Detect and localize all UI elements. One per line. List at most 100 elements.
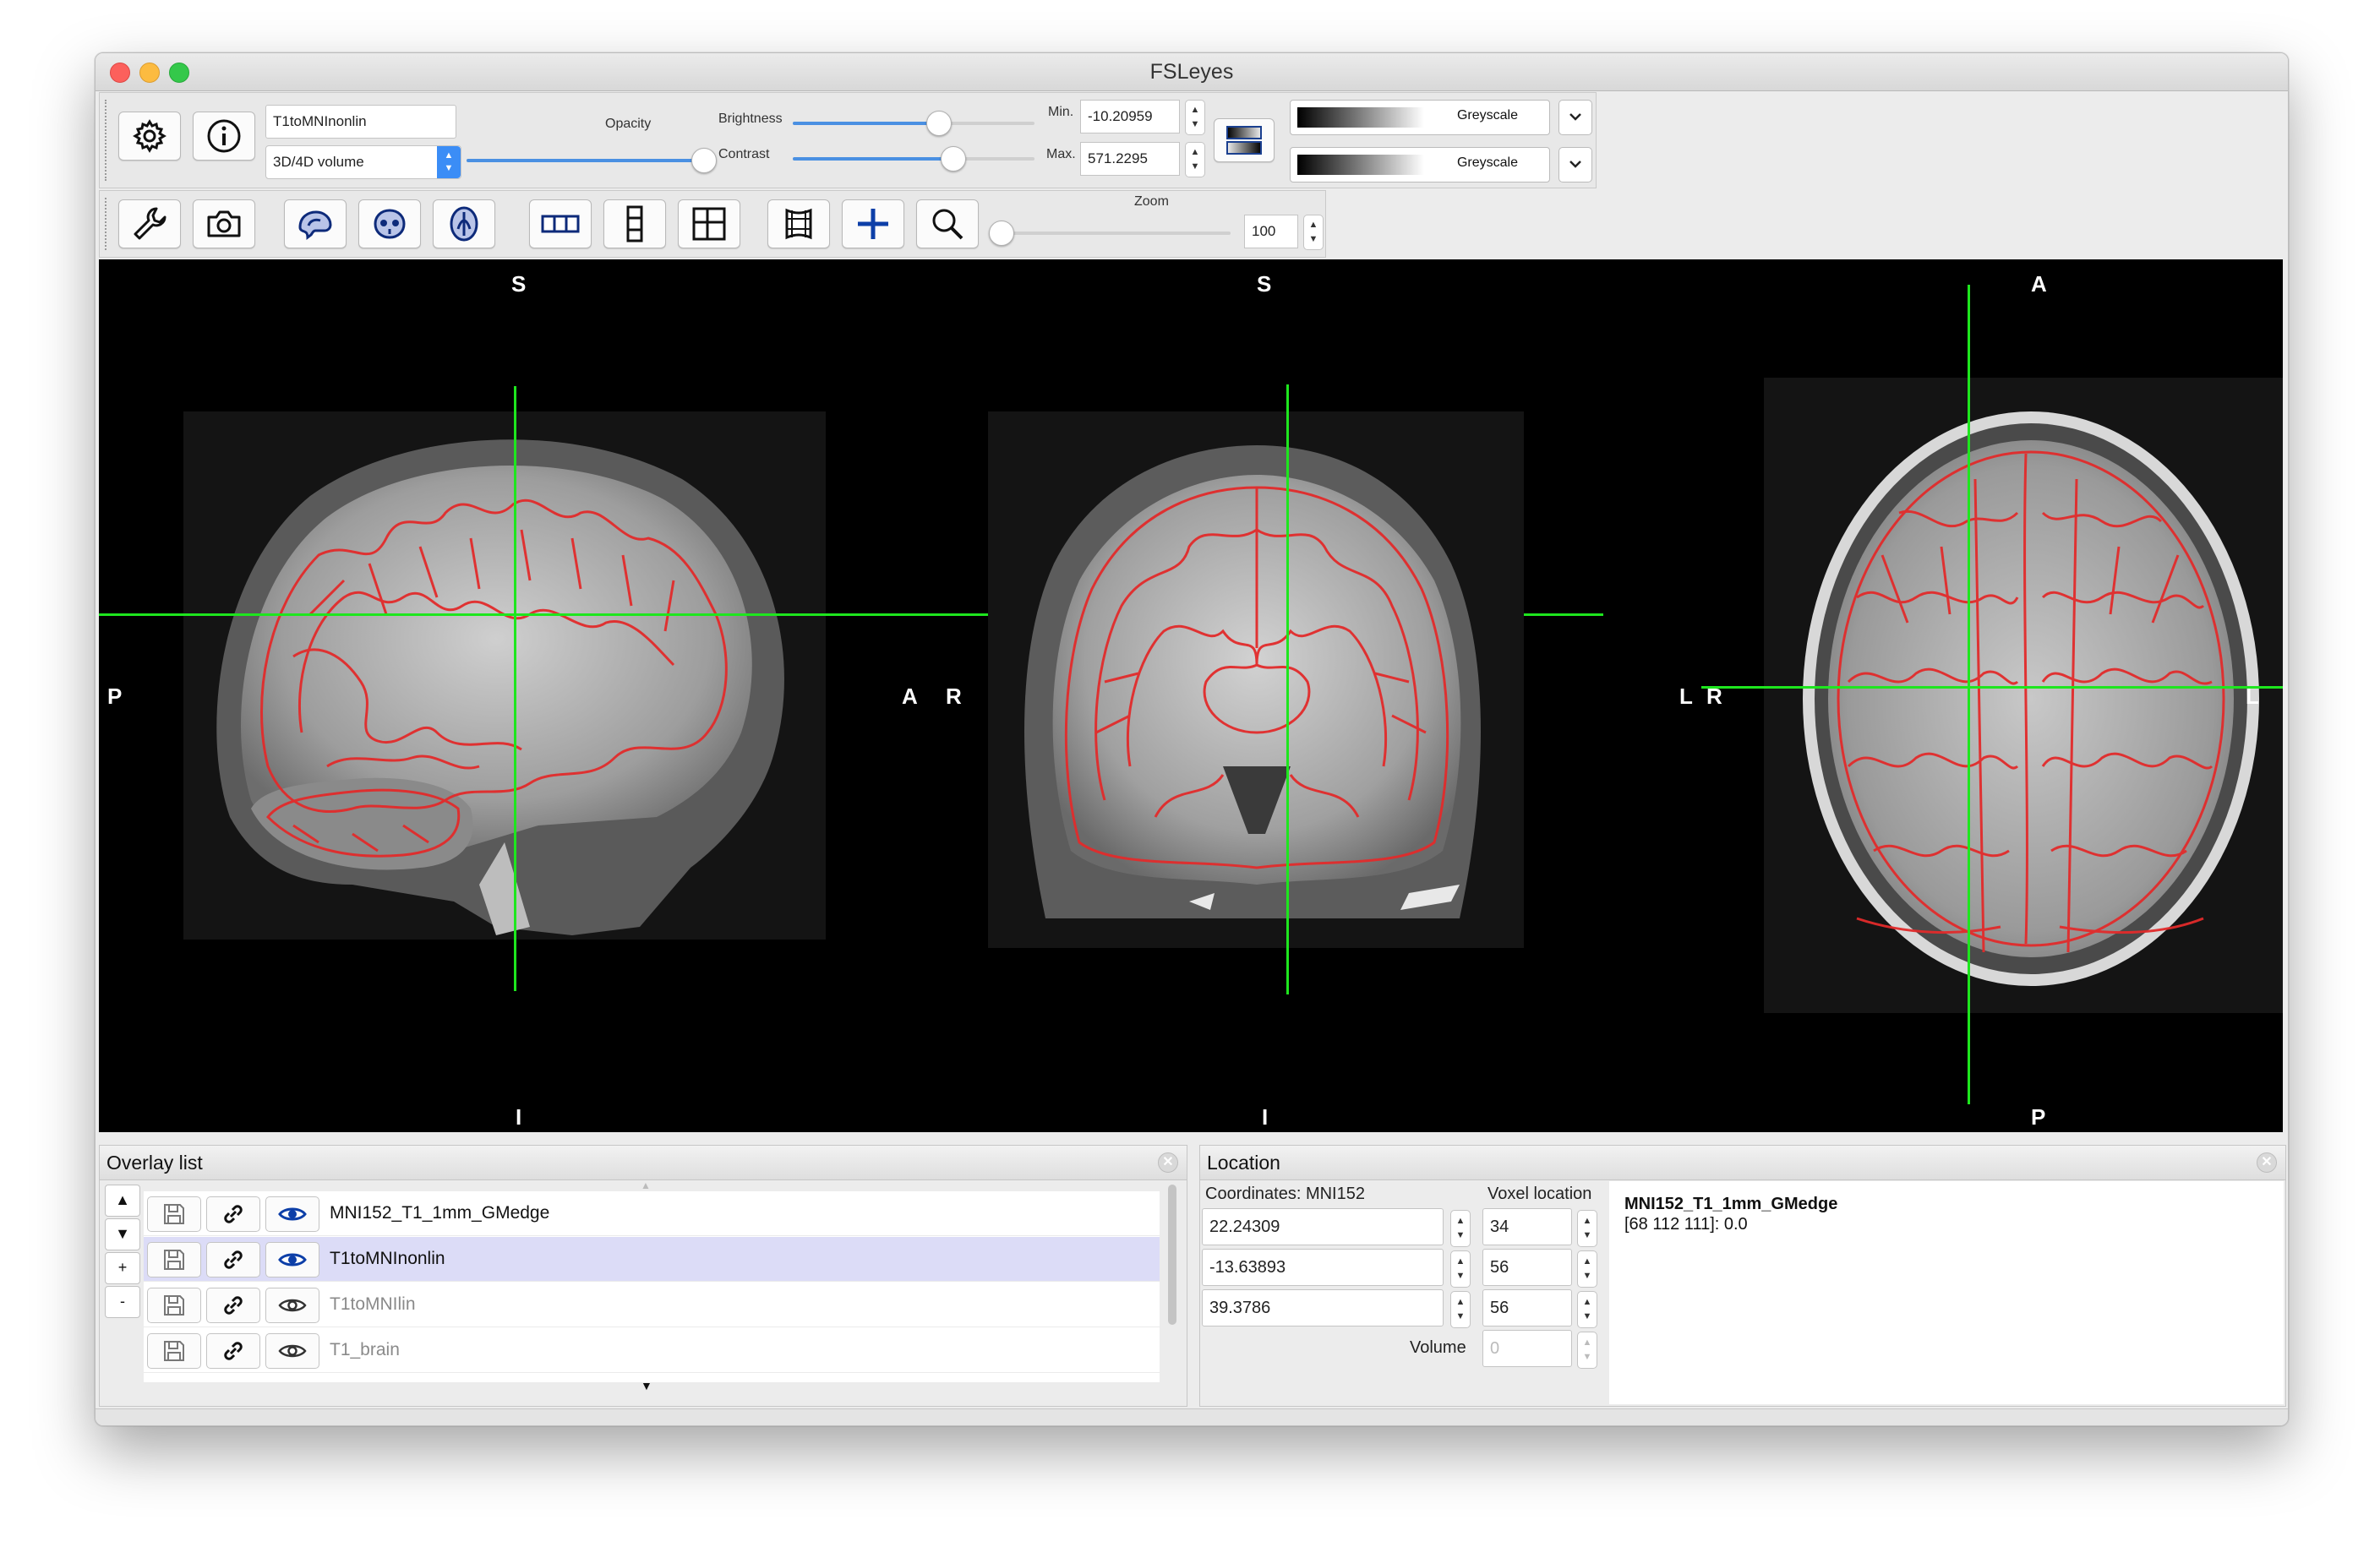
world-y-field[interactable]: -13.63893 <box>1202 1249 1444 1286</box>
camera-icon <box>207 210 241 237</box>
brightness-label: Brightness <box>718 112 783 126</box>
layout-vertical-button[interactable] <box>603 199 666 248</box>
view-settings-button[interactable] <box>118 199 181 248</box>
move-down-button[interactable]: ▼ <box>105 1218 140 1250</box>
min-label: Min. <box>1048 105 1074 119</box>
max-value-field[interactable]: 571.2295 <box>1080 142 1180 176</box>
voxel-z-field[interactable]: 56 <box>1482 1289 1572 1326</box>
voxel-x-spinner[interactable]: ▲ ▼ <box>1577 1210 1597 1247</box>
settings-button[interactable] <box>118 112 181 161</box>
list-item[interactable]: T1_brain <box>144 1328 1160 1373</box>
wrench-icon <box>134 207 166 240</box>
link-overlay-button[interactable] <box>206 1333 260 1369</box>
brightness-slider-knob[interactable] <box>925 111 952 136</box>
contrast-slider[interactable] <box>793 146 1034 172</box>
sagittal-view[interactable]: S I P A <box>99 259 1603 1132</box>
movie-mode-button[interactable] <box>767 199 830 248</box>
brightness-slider[interactable] <box>793 111 1034 136</box>
zoom-slider[interactable] <box>989 221 1231 246</box>
link-overlay-button[interactable] <box>206 1242 260 1277</box>
max-spinner[interactable]: ▲ ▼ <box>1185 142 1205 177</box>
axial-brain-icon <box>450 206 478 242</box>
screenshot-button[interactable] <box>193 199 255 248</box>
colormap-dropdown-1[interactable] <box>1558 100 1592 135</box>
close-panel-button[interactable]: ✕ <box>1158 1152 1178 1173</box>
overlay-name: T1toMNIlin <box>330 1294 416 1314</box>
toggle-coronal-button[interactable] <box>358 199 421 248</box>
volume-field[interactable]: 0 <box>1482 1330 1572 1367</box>
list-scrollbar[interactable] <box>1168 1185 1176 1325</box>
zoom-spinner[interactable]: ▲ ▼ <box>1303 215 1324 250</box>
toolbar-grip[interactable] <box>105 100 110 181</box>
fsleyes-window: FSLeyes T1toMNInonlin 3D/4D volume ▲ ▼ Op… <box>95 52 2289 1426</box>
list-scroll-up-icon[interactable]: ▲ <box>641 1179 651 1191</box>
list-item-selected[interactable]: T1toMNInonlin <box>144 1237 1160 1282</box>
world-z-spinner[interactable]: ▲ ▼ <box>1450 1291 1471 1328</box>
chevron-down-icon <box>1569 113 1581 121</box>
world-x-field[interactable]: 22.24309 <box>1202 1208 1444 1245</box>
coronal-view[interactable]: S I R L <box>851 259 1693 1132</box>
axial-view[interactable]: A P R L <box>1603 259 2283 1132</box>
zoom-mode-button[interactable] <box>916 199 979 248</box>
overlay-type-value: 3D/4D volume <box>273 154 364 170</box>
voxel-y-field[interactable]: 56 <box>1482 1249 1572 1286</box>
world-x-spinner[interactable]: ▲ ▼ <box>1450 1210 1471 1247</box>
min-value-field[interactable]: -10.20959 <box>1080 100 1180 133</box>
ortho-view-canvas[interactable]: S I P A S I R L A P R L <box>99 259 2283 1132</box>
max-label: Max. <box>1046 147 1076 161</box>
world-y-spinner[interactable]: ▲ ▼ <box>1450 1250 1471 1288</box>
voxel-y-spinner[interactable]: ▲ ▼ <box>1577 1250 1597 1288</box>
toggle-axial-button[interactable] <box>433 199 495 248</box>
layout-horizontal-button[interactable] <box>529 199 592 248</box>
save-overlay-button[interactable] <box>147 1196 201 1232</box>
opacity-slider-knob[interactable] <box>691 148 717 173</box>
volume-label: Volume <box>1410 1338 1466 1357</box>
info-button[interactable] <box>193 112 255 161</box>
colormap-dropdown-2[interactable] <box>1558 147 1592 182</box>
colormap-select-2[interactable]: Greyscale <box>1290 147 1550 182</box>
link-icon <box>224 1250 243 1269</box>
visibility-toggle[interactable] <box>265 1196 319 1232</box>
volume-spinner[interactable]: ▲ ▼ <box>1577 1332 1597 1369</box>
invert-colormap-button[interactable] <box>1214 118 1275 162</box>
list-item[interactable]: MNI152_T1_1mm_GMedge <box>144 1191 1160 1236</box>
toolbar-grip[interactable] <box>105 198 110 250</box>
min-spinner[interactable]: ▲ ▼ <box>1185 100 1205 135</box>
remove-overlay-button[interactable]: - <box>105 1286 140 1318</box>
save-overlay-button[interactable] <box>147 1242 201 1277</box>
contrast-slider-knob[interactable] <box>940 146 966 172</box>
colormap-select-1[interactable]: Greyscale <box>1290 100 1550 135</box>
close-panel-button[interactable]: ✕ <box>2257 1152 2277 1173</box>
visibility-toggle[interactable] <box>265 1288 319 1323</box>
voxel-z-spinner[interactable]: ▲ ▼ <box>1577 1291 1597 1328</box>
colormap-name: Greyscale <box>1456 155 1519 170</box>
toggle-cursor-button[interactable] <box>842 199 904 248</box>
visibility-toggle[interactable] <box>265 1242 319 1277</box>
overlay-type-select[interactable]: 3D/4D volume ▲ ▼ <box>265 145 461 179</box>
move-up-button[interactable]: ▲ <box>105 1185 140 1217</box>
toggle-sagittal-button[interactable] <box>284 199 347 248</box>
zoom-value-field[interactable]: 100 <box>1244 215 1298 248</box>
zoom-label: Zoom <box>1134 194 1169 209</box>
overlay-name-field[interactable]: T1toMNInonlin <box>265 105 456 139</box>
world-z-field[interactable]: 39.3786 <box>1202 1289 1444 1326</box>
add-overlay-button[interactable]: + <box>105 1252 140 1284</box>
title-bar: FSLeyes <box>96 53 2288 91</box>
overlay-name: T1toMNInonlin <box>330 1249 445 1268</box>
axial-bottom-label: P <box>2031 1104 2046 1130</box>
overlay-display-toolbar: T1toMNInonlin 3D/4D volume ▲ ▼ Opacity Br… <box>99 92 1597 188</box>
save-overlay-button[interactable] <box>147 1333 201 1369</box>
save-overlay-button[interactable] <box>147 1288 201 1323</box>
zoom-slider-knob[interactable] <box>989 221 1014 246</box>
list-item[interactable]: T1toMNIlin <box>144 1283 1160 1327</box>
list-scroll-down-icon[interactable]: ▼ <box>641 1379 652 1392</box>
sagittal-top-label: S <box>511 271 527 297</box>
link-overlay-button[interactable] <box>206 1196 260 1232</box>
info-overlay-name: MNI152_T1_1mm_GMedge <box>1624 1195 1838 1213</box>
link-overlay-button[interactable] <box>206 1288 260 1323</box>
voxel-x-field[interactable]: 34 <box>1482 1208 1572 1245</box>
coronal-top-label: S <box>1257 271 1272 297</box>
opacity-slider[interactable] <box>467 148 717 173</box>
layout-grid-button[interactable] <box>678 199 740 248</box>
visibility-toggle[interactable] <box>265 1333 319 1369</box>
